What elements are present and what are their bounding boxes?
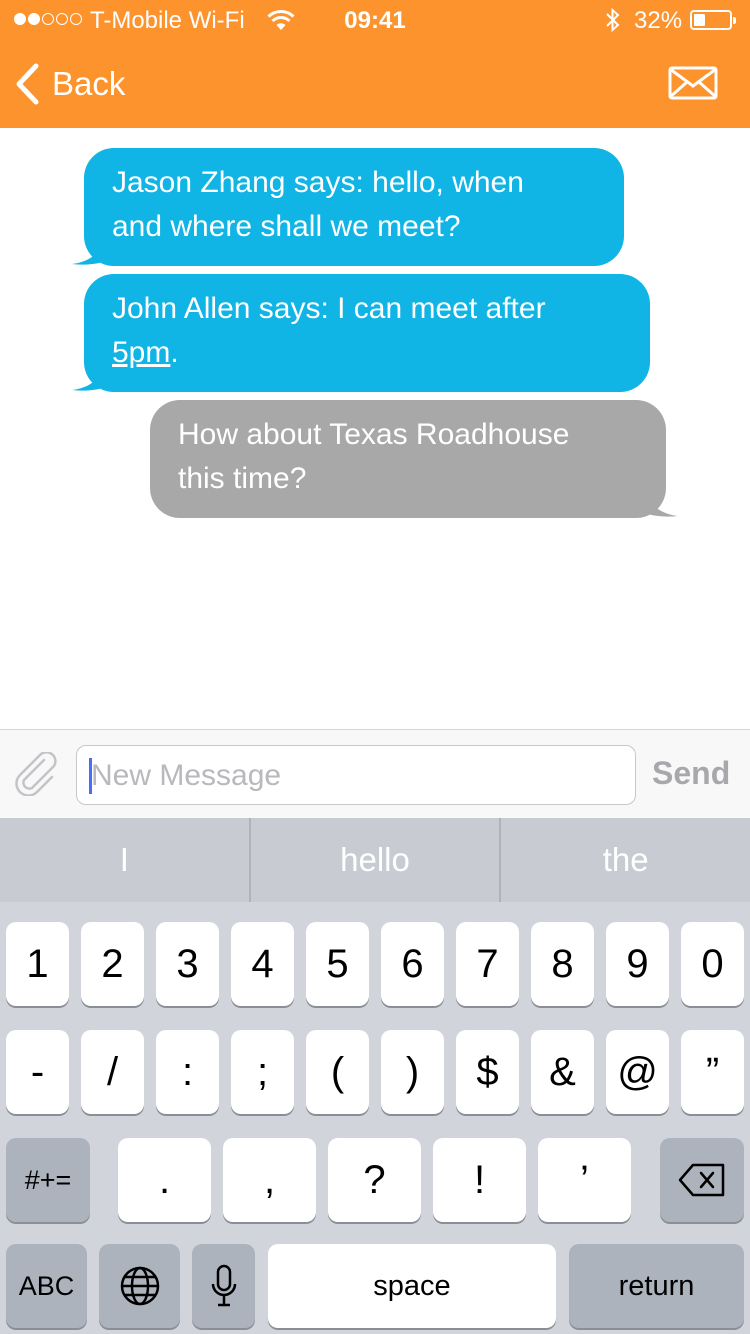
message-bubble-incoming[interactable]: John Allen says: I can meet after 5pm. [84,274,650,392]
key-7[interactable]: 7 [456,922,519,1006]
key-hyphen[interactable]: - [6,1030,69,1114]
key-0[interactable]: 0 [681,922,744,1006]
key-open-paren[interactable]: ( [306,1030,369,1114]
text-cursor [89,758,92,794]
message-text: 5pm. [112,331,622,375]
key-6[interactable]: 6 [381,922,444,1006]
key-9[interactable]: 9 [606,922,669,1006]
return-key[interactable]: return [569,1244,744,1328]
globe-icon [120,1266,159,1306]
envelope-icon[interactable] [668,66,718,105]
message-text: How about Texas Roadhouse [178,418,570,451]
paperclip-icon[interactable] [14,751,62,801]
key-slash[interactable]: / [81,1030,144,1114]
message-text-end: . [170,336,179,369]
key-exclamation[interactable]: ! [433,1138,526,1222]
key-colon[interactable]: : [156,1030,219,1114]
key-apostrophe[interactable]: ’ [538,1138,631,1222]
space-key[interactable]: space [268,1244,556,1328]
message-text: and where shall we meet? [112,210,461,243]
key-abc[interactable]: ABC [6,1244,87,1328]
message-text: Jason Zhang says: hello, when [112,166,524,199]
key-ampersand[interactable]: & [531,1030,594,1114]
message-input-placeholder: New Message [91,759,282,792]
microphone-icon [211,1264,236,1307]
send-button[interactable]: Send [652,755,730,792]
key-quote[interactable]: ” [681,1030,744,1114]
battery-icon [690,10,736,30]
chevron-left-icon [16,63,39,105]
message-bubble-incoming[interactable]: Jason Zhang says: hello, when and where … [84,148,624,266]
key-symbols-toggle[interactable]: #+= [6,1138,90,1222]
back-button[interactable]: Back [14,60,125,108]
dictation-key[interactable] [192,1244,255,1328]
key-period[interactable]: . [118,1138,211,1222]
message-text: John Allen says: I can meet after [112,292,546,325]
message-bubble-outgoing[interactable]: How about Texas Roadhouse this time? [150,400,666,518]
key-dollar[interactable]: $ [456,1030,519,1114]
key-semicolon[interactable]: ; [231,1030,294,1114]
time-link[interactable]: 5pm [112,336,170,369]
message-text: this time? [178,462,307,495]
key-comma[interactable]: , [223,1138,316,1222]
key-8[interactable]: 8 [531,922,594,1006]
status-bar: T-Mobile Wi-Fi 09:41 32% [0,0,750,40]
key-3[interactable]: 3 [156,922,219,1006]
navigation-bar: T-Mobile Wi-Fi 09:41 32% Back [0,0,750,128]
key-question[interactable]: ? [328,1138,421,1222]
key-at[interactable]: @ [606,1030,669,1114]
key-5[interactable]: 5 [306,922,369,1006]
globe-key[interactable] [99,1244,180,1328]
message-input[interactable]: New Message [76,745,636,805]
back-button-label: Back [52,65,126,102]
message-composer: New Message Send [0,729,750,818]
key-1[interactable]: 1 [6,922,69,1006]
prediction-2[interactable]: hello [248,818,500,902]
keyboard: I hello the 1 2 3 4 5 6 7 8 9 0 - / : ; … [0,818,750,1334]
key-4[interactable]: 4 [231,922,294,1006]
bluetooth-icon [604,6,622,41]
key-close-paren[interactable]: ) [381,1030,444,1114]
delete-key[interactable] [660,1138,744,1222]
backspace-icon [678,1163,725,1197]
battery-percentage: 32% [634,7,683,34]
predictive-bar: I hello the [0,818,750,902]
prediction-3[interactable]: the [499,818,750,902]
key-2[interactable]: 2 [81,922,144,1006]
prediction-1[interactable]: I [0,818,249,902]
